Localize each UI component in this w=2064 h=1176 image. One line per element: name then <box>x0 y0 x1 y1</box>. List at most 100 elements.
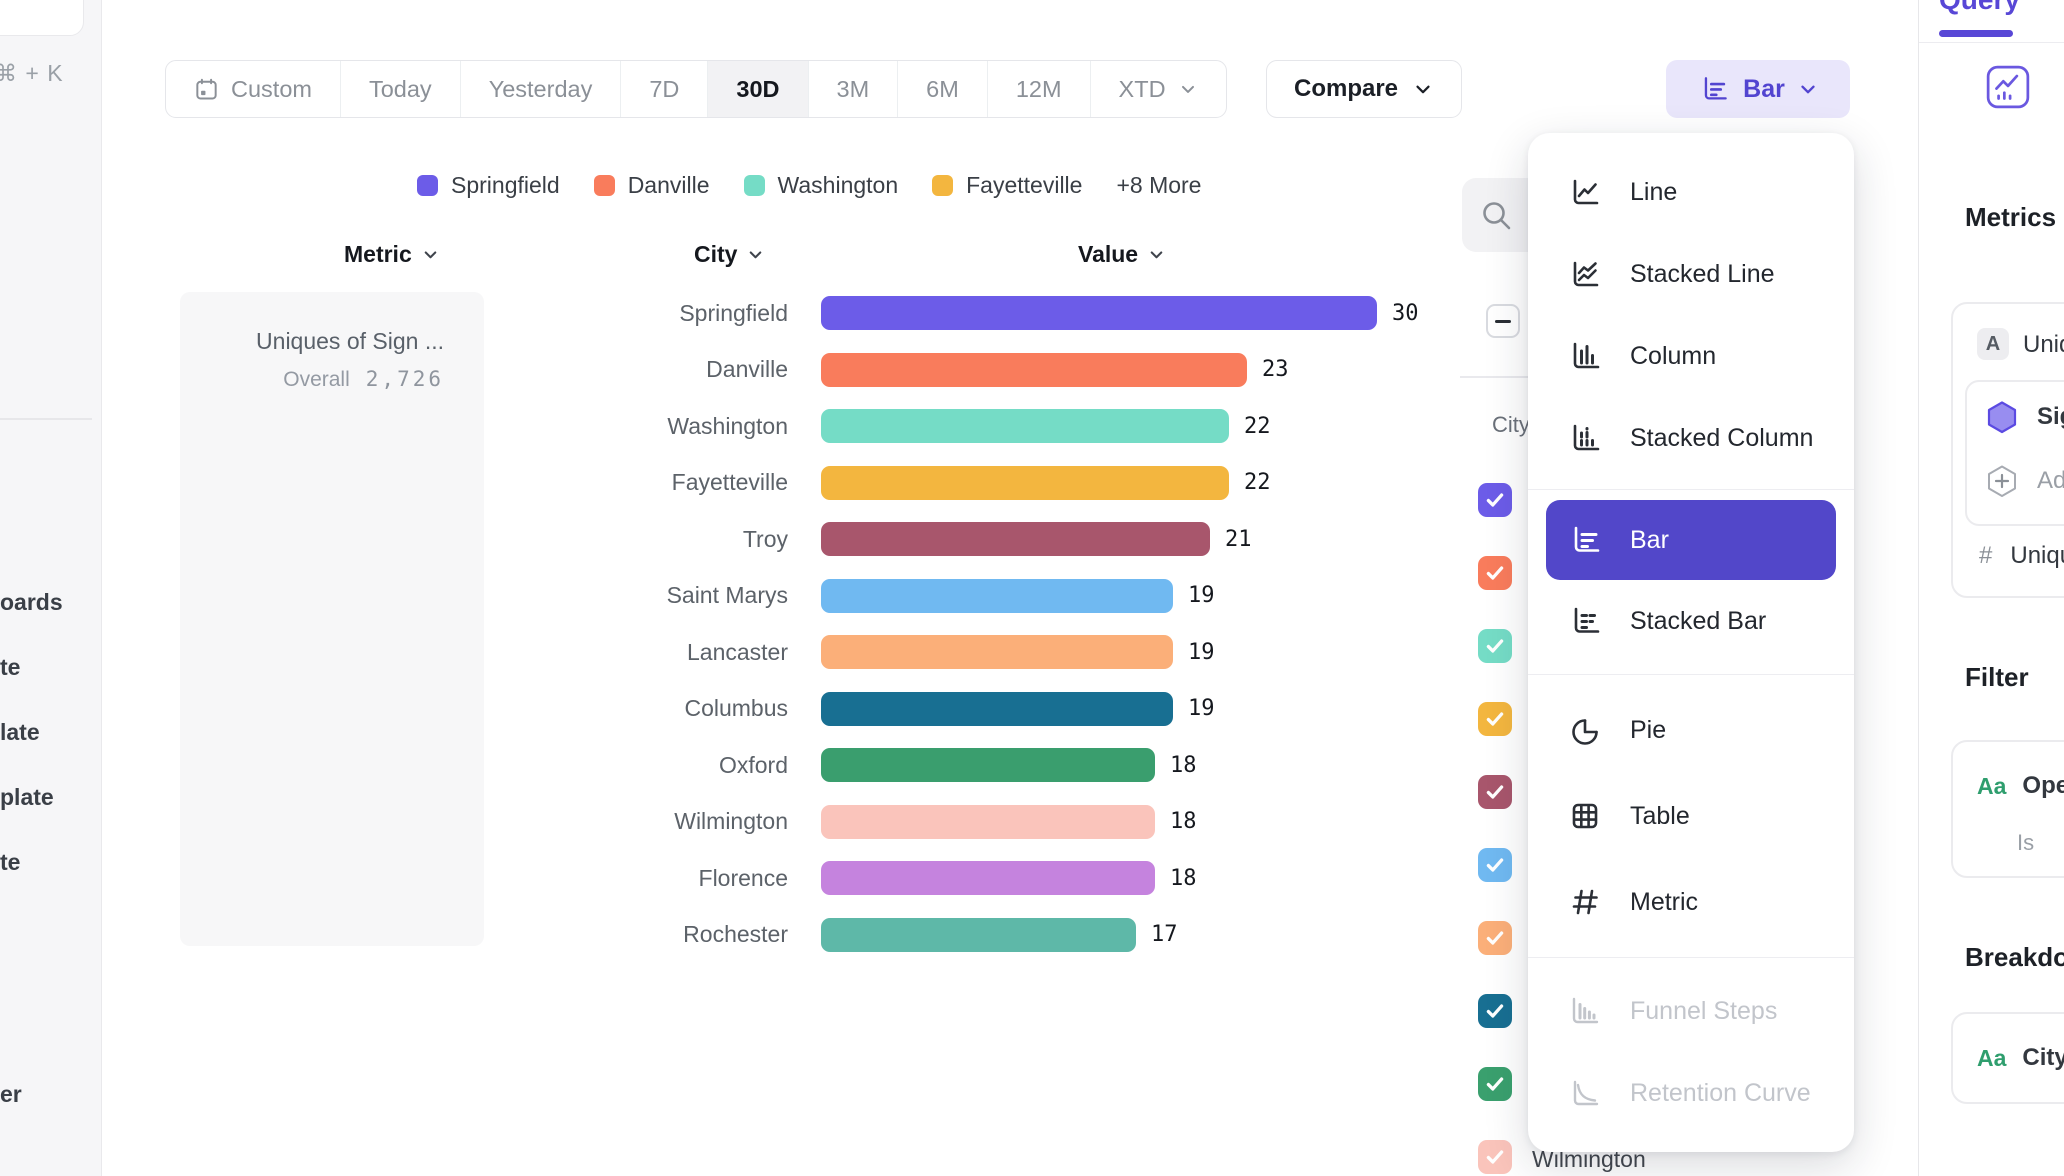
filter-property-row[interactable]: Aa Ope <box>1977 772 2064 800</box>
bar[interactable] <box>821 353 1247 387</box>
check-icon <box>1484 562 1506 584</box>
check-icon <box>1484 1146 1506 1168</box>
legend-item[interactable]: Washington <box>744 172 899 199</box>
menu-item-stacked-column[interactable]: Stacked Column <box>1528 397 1854 479</box>
legend-more-label: +8 More <box>1116 172 1201 199</box>
menu-item-retention-curve-disabled: Retention Curve <box>1528 1052 1854 1134</box>
menu-item-pie[interactable]: Pie <box>1528 687 1854 773</box>
menu-item-stacked-line[interactable]: Stacked Line <box>1528 233 1854 315</box>
bar-chart-icon <box>1566 521 1604 559</box>
tab-query[interactable]: Query <box>1939 0 2020 16</box>
city-checkbox[interactable] <box>1478 775 1512 809</box>
chart-type-menu: Line Stacked Line Column Stacked Column … <box>1528 133 1854 1152</box>
city-checkbox[interactable] <box>1478 1140 1512 1174</box>
menu-item-table[interactable]: Table <box>1528 773 1854 859</box>
bar[interactable] <box>821 635 1173 669</box>
bar-value: 19 <box>1188 583 1215 608</box>
bar[interactable] <box>821 861 1155 895</box>
check-icon <box>1484 708 1506 730</box>
compare-button[interactable]: Compare <box>1266 60 1462 118</box>
range-xtd[interactable]: XTD <box>1091 61 1226 117</box>
event-row-signup[interactable]: Sig <box>1985 400 2064 434</box>
select-all-checkbox-indeterminate[interactable] <box>1486 304 1520 338</box>
sidebar-item-1[interactable]: te <box>0 654 20 681</box>
check-icon <box>1484 1073 1506 1095</box>
chevron-down-icon <box>1412 78 1434 100</box>
bar[interactable] <box>821 522 1210 556</box>
city-checkbox[interactable] <box>1478 556 1512 590</box>
breakdown-property-row[interactable]: Aa City <box>1977 1044 2064 1072</box>
bar-value: 21 <box>1225 527 1252 552</box>
range-12m[interactable]: 12M <box>988 61 1091 117</box>
header-city[interactable]: City <box>694 241 765 268</box>
city-label: Rochester <box>520 921 788 948</box>
header-metric[interactable]: Metric <box>344 241 440 268</box>
menu-item-label: Stacked Bar <box>1630 607 1766 636</box>
sidebar-item-2[interactable]: late <box>0 719 40 746</box>
aggregation-row[interactable]: # Uniqu <box>1979 542 2064 570</box>
legend-item[interactable]: Springfield <box>417 172 560 199</box>
sidebar-item-5[interactable]: er <box>0 1081 22 1108</box>
legend-swatch <box>744 175 765 196</box>
keyboard-shortcut-hint: ⌘ + K <box>0 60 64 87</box>
event-picker-card: Sig Add <box>1965 380 2064 526</box>
bar[interactable] <box>821 466 1229 500</box>
bar[interactable] <box>821 748 1155 782</box>
menu-item-metric[interactable]: Metric <box>1528 859 1854 945</box>
bar[interactable] <box>821 296 1377 330</box>
bar[interactable] <box>821 805 1155 839</box>
bar-chart-icon <box>1697 72 1731 106</box>
city-label: Troy <box>520 526 788 553</box>
city-checkbox[interactable] <box>1478 1067 1512 1101</box>
city-label: Wilmington <box>520 808 788 835</box>
bar[interactable] <box>821 579 1173 613</box>
bar[interactable] <box>821 409 1229 443</box>
city-label: Oxford <box>520 752 788 779</box>
city-checkbox[interactable] <box>1478 921 1512 955</box>
menu-item-bar-selected[interactable]: Bar <box>1546 500 1836 580</box>
search-pill[interactable] <box>0 0 84 36</box>
legend-item[interactable]: Danville <box>594 172 710 199</box>
filter-condition-row[interactable]: Is i <box>2017 830 2064 856</box>
city-checkbox[interactable] <box>1478 994 1512 1028</box>
range-3m[interactable]: 3M <box>809 61 899 117</box>
menu-item-column[interactable]: Column <box>1528 315 1854 397</box>
range-custom[interactable]: Custom <box>166 61 341 117</box>
bar[interactable] <box>821 692 1173 726</box>
city-label: Florence <box>520 865 788 892</box>
range-label: XTD <box>1119 76 1166 103</box>
sidebar-item-4[interactable]: te <box>0 849 20 876</box>
sidebar-item-3[interactable]: plate <box>0 784 54 811</box>
chevron-down-icon <box>1147 245 1166 264</box>
aa-text-type-icon: Aa <box>1977 1045 2006 1072</box>
header-value[interactable]: Value <box>1078 241 1166 268</box>
range-today[interactable]: Today <box>341 61 461 117</box>
chart-type-label: Bar <box>1743 75 1785 104</box>
header-label: Value <box>1078 241 1138 268</box>
metric-event-name[interactable]: Uniq <box>2023 331 2064 359</box>
left-sidebar: ⌘ + K oards te late plate te er <box>0 0 102 1176</box>
add-event-row[interactable]: Add <box>1985 464 2064 498</box>
legend-more[interactable]: +8 More <box>1116 172 1201 199</box>
bar[interactable] <box>821 918 1136 952</box>
bar-value: 18 <box>1170 753 1197 778</box>
line-chart-icon <box>1566 173 1604 211</box>
menu-item-line[interactable]: Line <box>1528 151 1854 233</box>
filter-operator: Is <box>2017 830 2034 856</box>
insights-chart-icon-button[interactable] <box>1985 64 2031 110</box>
menu-item-stacked-bar[interactable]: Stacked Bar <box>1528 580 1854 662</box>
sidebar-item-boards[interactable]: oards <box>0 589 63 616</box>
range-yesterday[interactable]: Yesterday <box>461 61 622 117</box>
menu-divider <box>1528 489 1854 490</box>
city-label: Danville <box>520 356 788 383</box>
city-checkbox[interactable] <box>1478 629 1512 663</box>
range-label: Today <box>369 76 432 103</box>
range-7d[interactable]: 7D <box>621 61 708 117</box>
city-checkbox[interactable] <box>1478 702 1512 736</box>
range-30d-selected[interactable]: 30D <box>708 61 808 117</box>
legend-item[interactable]: Fayetteville <box>932 172 1082 199</box>
chart-type-button[interactable]: Bar <box>1666 60 1850 118</box>
range-6m[interactable]: 6M <box>898 61 988 117</box>
city-checkbox[interactable] <box>1478 848 1512 882</box>
city-checkbox[interactable] <box>1478 483 1512 517</box>
